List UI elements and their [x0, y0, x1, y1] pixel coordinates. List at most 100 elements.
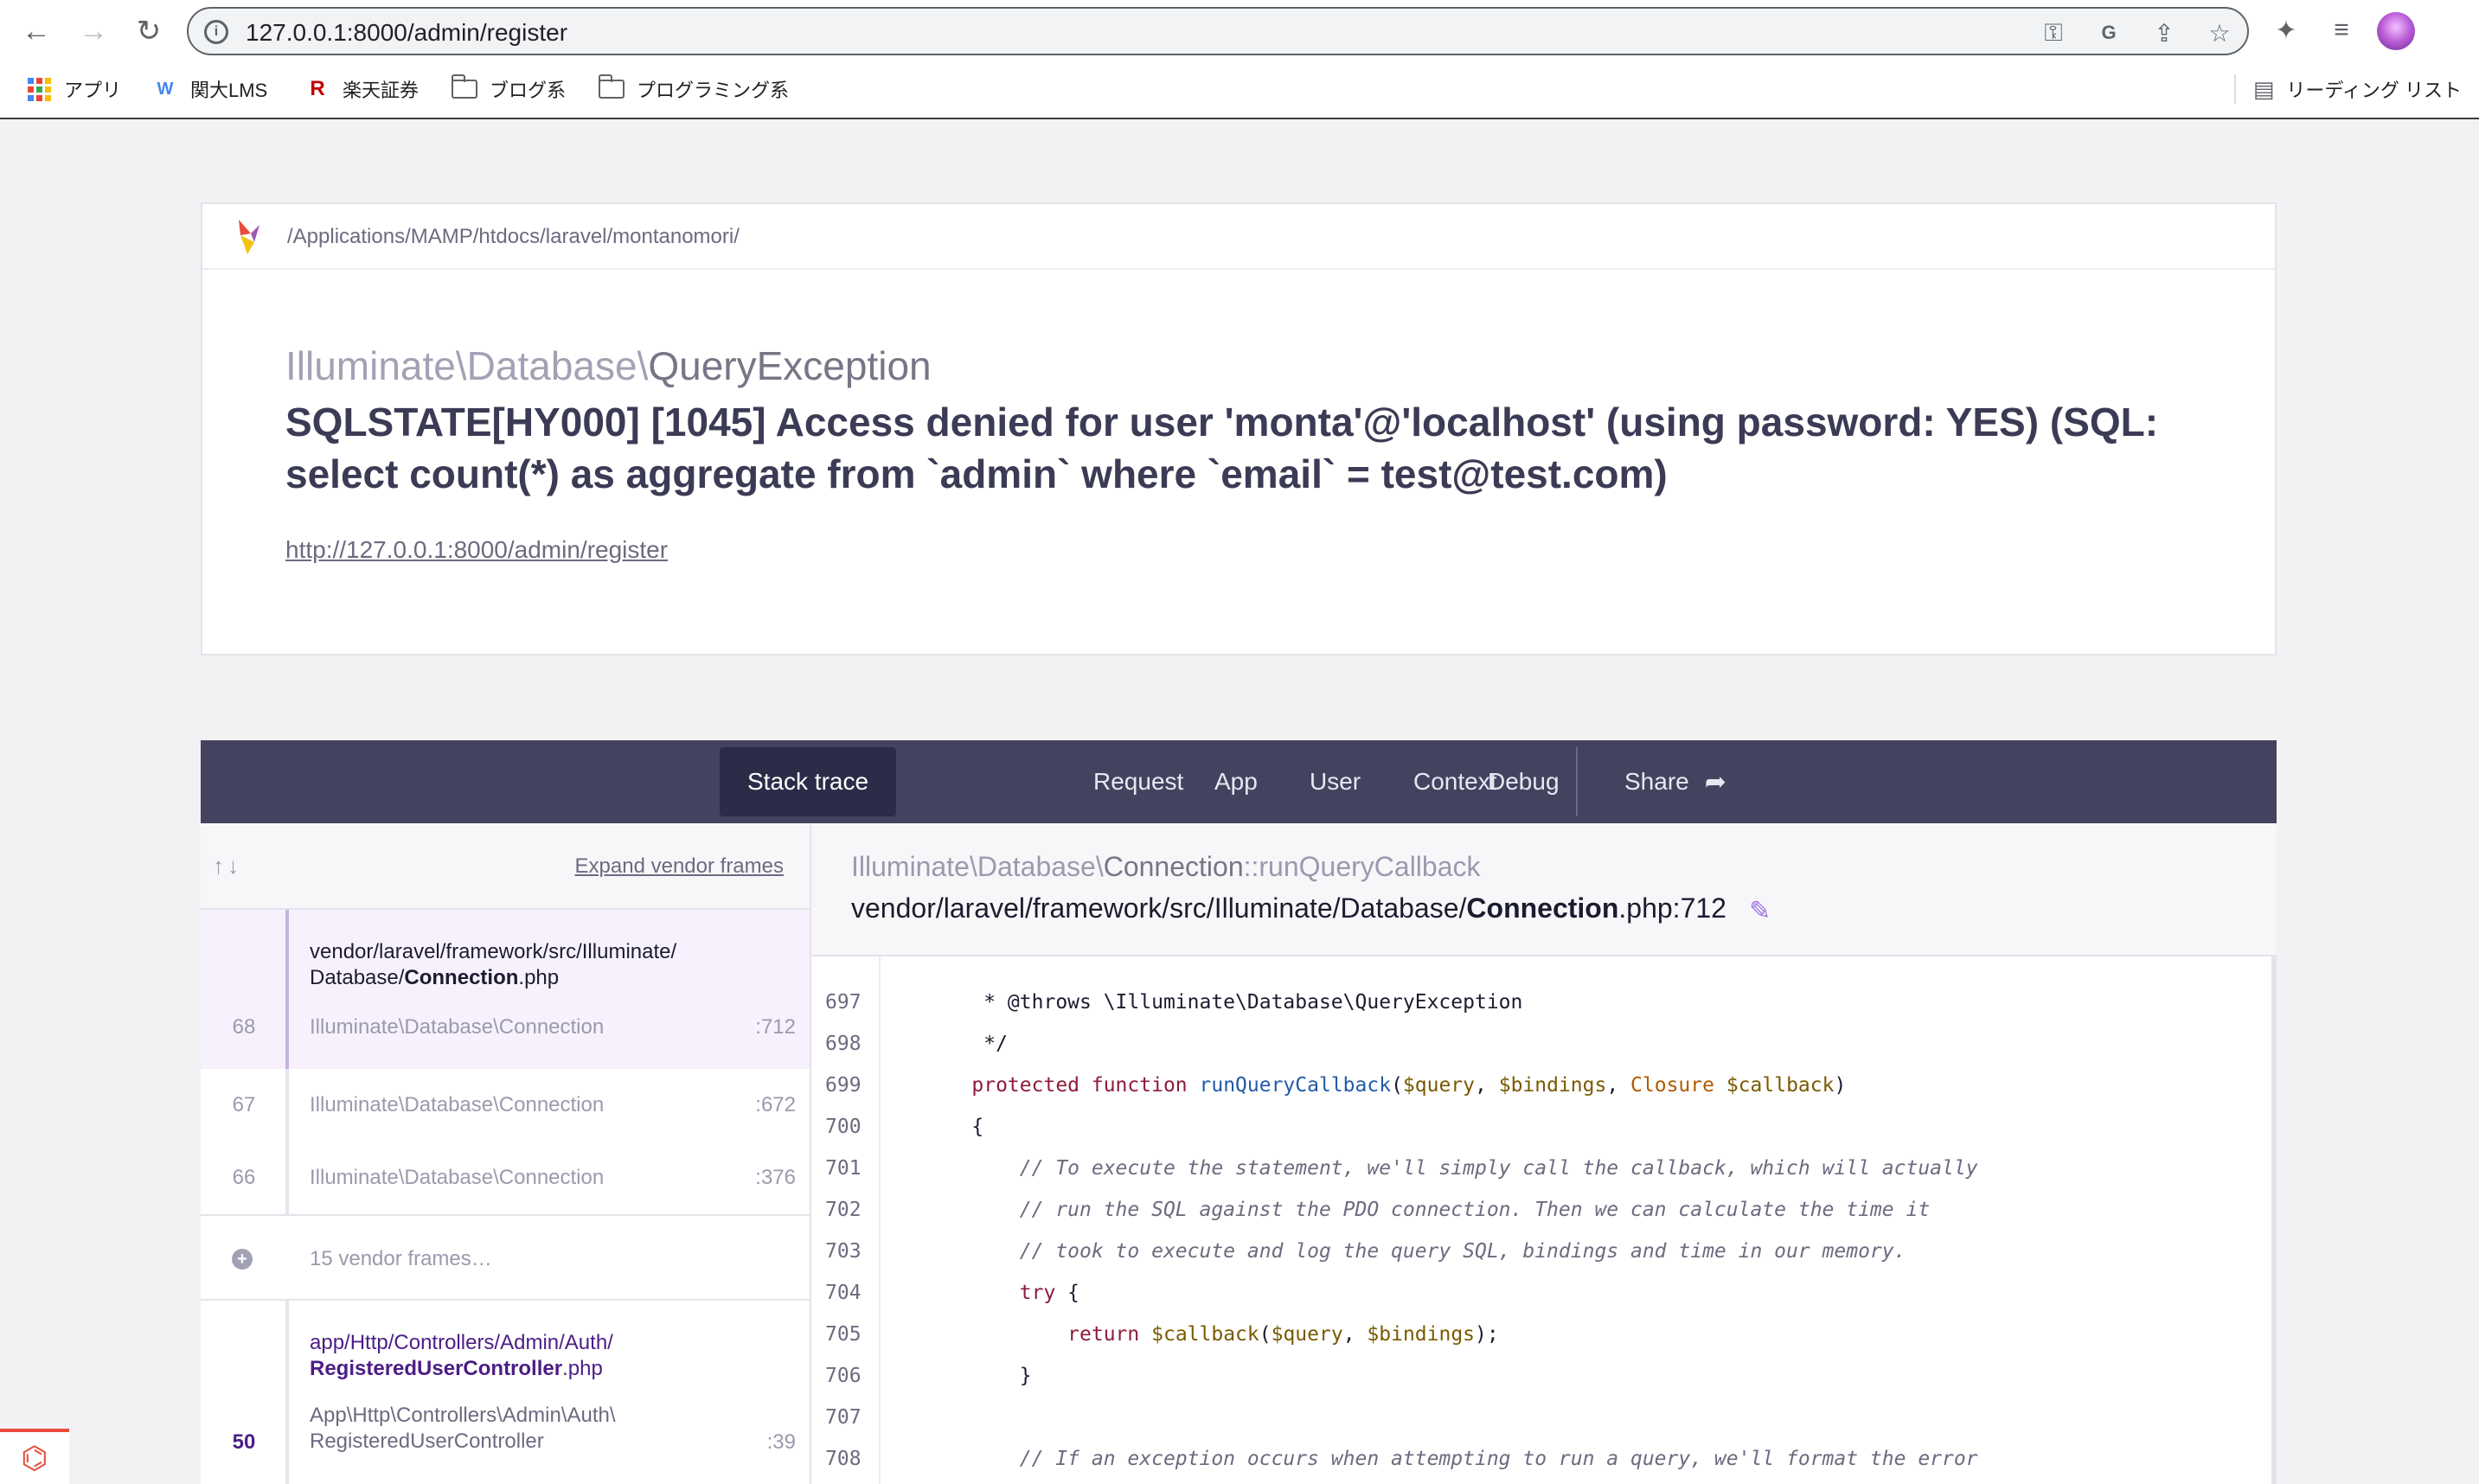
line-number: 706: [825, 1365, 862, 1387]
current-file-path: vendor/laravel/framework/src/Illuminate/…: [851, 892, 1726, 924]
code-line: }: [924, 1365, 1032, 1387]
line-number: 702: [825, 1199, 862, 1221]
extensions-icon[interactable]: ✦: [2271, 16, 2301, 45]
frame-line: :672: [755, 1093, 796, 1116]
code-line: // To execute the statement, we'll simpl…: [1019, 1157, 1978, 1180]
forward-icon[interactable]: →: [76, 14, 111, 48]
code-viewer: 697 698 699 700 701 702 703 704 705 706 …: [811, 956, 2277, 1484]
code-header: Illuminate\Database\Connection::runQuery…: [811, 823, 2277, 956]
reading-list-icon: ▤: [2252, 75, 2275, 102]
frame-line: :712: [755, 1015, 796, 1039]
site-info-icon[interactable]: i: [204, 20, 228, 44]
media-icon[interactable]: ≡: [2327, 16, 2356, 45]
stack-frame-66[interactable]: 66 Illuminate\Database\Connection :376: [201, 1142, 810, 1214]
project-path: /Applications/MAMP/htdocs/laravel/montan…: [287, 225, 740, 248]
request-url-link[interactable]: http://127.0.0.1:8000/admin/register: [285, 536, 668, 564]
lms-favicon: W: [157, 79, 174, 99]
exception-namespace: Illuminate\Database\: [285, 343, 649, 388]
frame-number: 50: [232, 1430, 256, 1454]
bookmark-blog-folder[interactable]: ブログ系: [452, 74, 566, 104]
bookmarks-bar: アプリ W 関大LMS R 楽天証券 ブログ系 プログラミング系 ▤ リーディン…: [0, 67, 2479, 111]
line-number: 703: [825, 1240, 862, 1263]
frame-class: Illuminate\Database\Connection: [310, 1093, 605, 1116]
frame-class: Illuminate\Database\Connection: [310, 1166, 605, 1189]
frame-file: vendor/laravel/framework/src/Illuminate/…: [310, 940, 677, 989]
profile-avatar[interactable]: [2377, 12, 2415, 50]
frames-header: ↑↓ Expand vendor frames: [201, 823, 810, 910]
expand-plus-icon: +: [232, 1249, 253, 1270]
line-gutter: 697 698 699 700 701 702 703 704 705 706 …: [811, 956, 881, 1484]
vendor-frames-label: 15 vendor frames…: [310, 1247, 492, 1270]
bookmark-star-icon[interactable]: ☆: [2206, 19, 2233, 47]
key-icon[interactable]: ⚿: [2040, 19, 2067, 47]
frame-number: 68: [232, 1015, 256, 1039]
share-arrow-icon: ➦: [1704, 767, 1726, 796]
bookmark-rakuten[interactable]: R 楽天証券: [304, 74, 419, 104]
tab-stack-trace[interactable]: Stack trace: [720, 747, 897, 816]
code-line: // took to execute and log the query SQL…: [1019, 1240, 1906, 1263]
exception-header: /Applications/MAMP/htdocs/laravel/montan…: [201, 202, 2277, 656]
tab-debug[interactable]: Debug: [1460, 747, 1587, 816]
bookmark-label: ブログ系: [490, 80, 567, 101]
share-label: Share: [1624, 768, 1689, 795]
reload-icon[interactable]: ↻: [131, 14, 166, 48]
folder-icon: [452, 74, 477, 102]
edit-pencil-icon[interactable]: ✎: [1749, 896, 1775, 925]
collapsed-vendor-frames[interactable]: + 15 vendor frames…: [201, 1214, 810, 1301]
browser-chrome: ← → ↻ i 127.0.0.1:8000/admin/register ⚿ …: [0, 0, 2479, 119]
browser-toolbar: ← → ↻ i 127.0.0.1:8000/admin/register ⚿ …: [0, 0, 2479, 62]
tab-app[interactable]: App: [1187, 747, 1285, 816]
code-line: try {: [1019, 1282, 1080, 1304]
tab-bar: Stack trace Request App User Context Deb…: [201, 740, 2277, 823]
line-number: 708: [825, 1448, 862, 1470]
bookmark-label: 関大LMS: [190, 80, 268, 101]
frame-class: Illuminate\Database\Connection: [310, 1015, 605, 1039]
stack-frames-panel: ↑↓ Expand vendor frames vendor/laravel/f…: [201, 823, 811, 1484]
code-line: return $callback($query, $bindings);: [1067, 1323, 1499, 1346]
frame-number: 67: [232, 1093, 256, 1116]
exception-name: QueryException: [648, 343, 932, 388]
line-number: 700: [825, 1116, 862, 1138]
stack-frame-50[interactable]: app/Http/Controllers/Admin/Auth/Register…: [201, 1301, 810, 1484]
stack-frame-68[interactable]: vendor/laravel/framework/src/Illuminate/…: [201, 910, 810, 1069]
share-page-icon[interactable]: ⇪: [2150, 19, 2178, 47]
ignition-logo-icon: [239, 220, 259, 254]
stack-frame-67[interactable]: 67 Illuminate\Database\Connection :672: [201, 1069, 810, 1142]
line-number: 698: [825, 1033, 862, 1055]
address-url[interactable]: 127.0.0.1:8000/admin/register: [246, 19, 567, 47]
frame-line: :376: [755, 1166, 796, 1189]
line-number: 697: [825, 991, 862, 1014]
expand-vendor-frames-link[interactable]: Expand vendor frames: [575, 854, 784, 879]
code-line: // If an exception occurs when attemptin…: [1019, 1448, 1978, 1470]
apps-grid-icon: [26, 76, 52, 102]
exception-class: Illuminate\Database\QueryException: [285, 342, 932, 389]
code-line: * @throws \Illuminate\Database\QueryExce…: [924, 991, 1523, 1014]
translate-icon[interactable]: G: [2095, 19, 2123, 47]
back-icon[interactable]: ←: [19, 14, 54, 48]
folder-icon: [599, 74, 625, 102]
reading-list[interactable]: ▤ リーディング リスト: [2233, 74, 2462, 104]
current-function: Illuminate\Database\Connection::runQuery…: [851, 851, 1481, 882]
code-line: protected function runQueryCallback($que…: [971, 1074, 1847, 1097]
address-bar[interactable]: i 127.0.0.1:8000/admin/register ⚿ G ⇪ ☆: [187, 7, 2249, 55]
laravel-icon[interactable]: ⌬: [0, 1429, 69, 1484]
rakuten-favicon: R: [310, 77, 325, 100]
path-bar: /Applications/MAMP/htdocs/laravel/montan…: [202, 204, 2275, 270]
frame-class: App\Http\Controllers\Admin\Auth\ Register…: [310, 1404, 616, 1453]
code-line: */: [924, 1033, 1008, 1055]
code-line: {: [924, 1116, 984, 1138]
code-line: // run the SQL against the PDO connectio…: [1019, 1199, 1931, 1221]
line-number: 705: [825, 1323, 862, 1346]
bookmark-programming-folder[interactable]: プログラミング系: [599, 74, 789, 104]
reading-list-label: リーディング リスト: [2286, 80, 2462, 101]
frame-nav-arrows-icon[interactable]: ↑↓: [213, 853, 242, 880]
bookmark-apps[interactable]: アプリ: [26, 74, 121, 104]
bookmark-label: プログラミング系: [637, 80, 790, 101]
bookmark-lms[interactable]: W 関大LMS: [152, 74, 268, 104]
frame-number: 66: [232, 1166, 256, 1189]
line-number: 707: [825, 1406, 862, 1429]
tab-user[interactable]: User: [1282, 747, 1388, 816]
share-button[interactable]: Share ➦: [1597, 747, 1754, 816]
line-number: 699: [825, 1074, 862, 1097]
line-number: 701: [825, 1157, 862, 1180]
